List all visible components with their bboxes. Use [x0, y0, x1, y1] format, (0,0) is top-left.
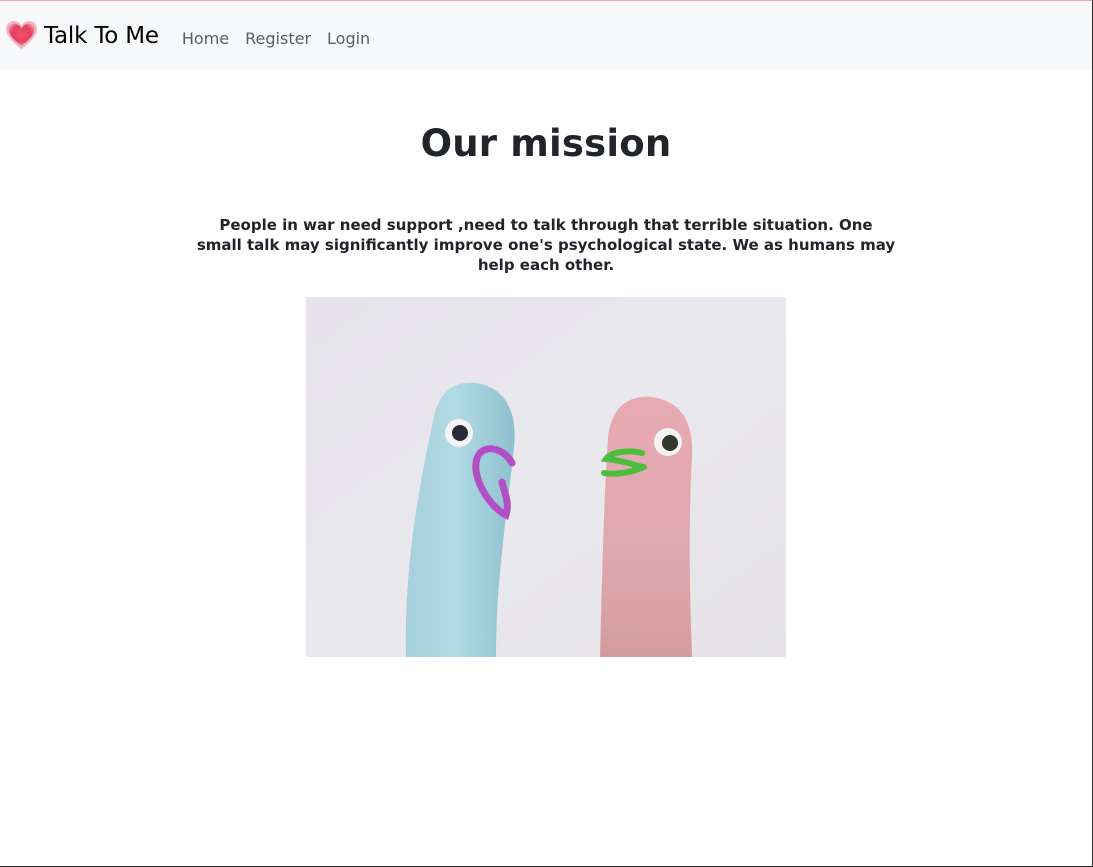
mission-illustration	[306, 297, 786, 657]
heart-icon	[5, 20, 38, 51]
mission-description: People in war need support ,need to talk…	[196, 216, 896, 274]
main-content: Our mission People in war need support ,…	[0, 122, 1092, 657]
brand-link[interactable]: Talk To Me	[5, 20, 159, 51]
nav-link-home[interactable]: Home	[182, 29, 229, 48]
brand-name: Talk To Me	[44, 22, 159, 49]
page: Talk To Me Home Register Login Our missi…	[0, 0, 1093, 867]
navbar: Talk To Me Home Register Login	[0, 1, 1092, 70]
nav-link-login[interactable]: Login	[327, 29, 370, 48]
page-title: Our mission	[420, 122, 672, 165]
nav-links: Home Register Login	[182, 29, 386, 48]
nav-link-register[interactable]: Register	[245, 29, 311, 48]
